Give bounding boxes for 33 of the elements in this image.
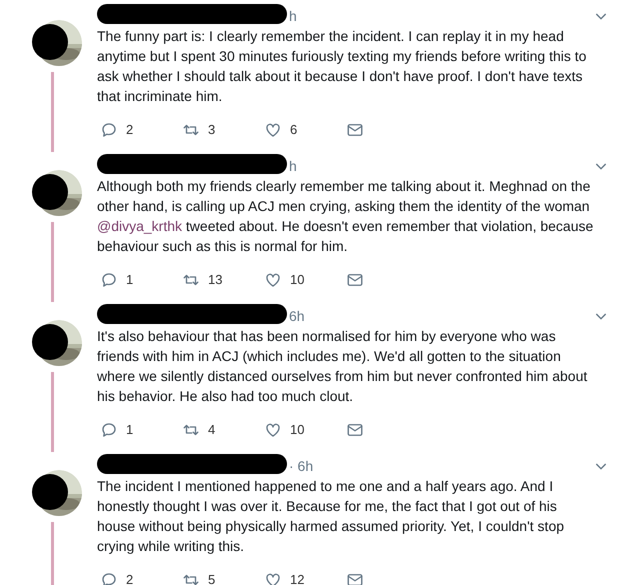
redaction-mark — [32, 324, 68, 360]
heart-icon[interactable] — [264, 270, 282, 289]
action-count: 10 — [290, 271, 304, 289]
tweet-text: The incident I mentioned happened to me one and a half years ago. And I honestly thought I was over it. Because for me, the fact that I got out of his house without being physically harmed assumed priority. Yet, I couldn't stop crying while writing this. — [97, 477, 566, 556]
heart-icon[interactable] — [264, 120, 282, 139]
mention-link[interactable]: @divya_krthk — [97, 218, 182, 234]
heart-icon[interactable] — [264, 420, 282, 439]
tweet-time: h — [289, 8, 297, 24]
action-count: 2 — [126, 571, 134, 585]
redaction-mark — [32, 24, 68, 60]
tweet-text: It's also behaviour that has been normalised for him by everyone who was friends with him in ACJ (which includes me). We'd all gotten to the situation where we silently distanced ourselves from him but never confronted him about his behavior. He also had too much clout. — [97, 327, 588, 406]
tweet-time: 6h — [289, 308, 305, 324]
reply-icon[interactable] — [100, 420, 118, 439]
tweet-text: The funny part is: I clearly remember the incident. I can replay it in my head anytime but I spent 30 minutes furiously texting my friends before writing this to ask whether I should talk about it because I don't have proof. I don't have texts that incriminate him. — [97, 27, 588, 106]
reply-icon[interactable] — [100, 570, 118, 585]
heart-icon[interactable] — [264, 570, 282, 585]
reply-icon[interactable] — [100, 270, 118, 289]
action-count: 3 — [208, 121, 216, 139]
action-count: 1 — [126, 421, 134, 439]
action-count: 2 — [126, 121, 134, 139]
action-count: 4 — [208, 421, 216, 439]
action-count: 13 — [208, 271, 222, 289]
tweet-time: · 6h — [289, 458, 314, 474]
action-count: 6 — [290, 121, 298, 139]
tweet-time: h — [289, 158, 297, 174]
redaction-mark — [32, 474, 68, 510]
action-count: 12 — [290, 571, 304, 585]
action-count: 1 — [126, 271, 134, 289]
reply-icon[interactable] — [100, 120, 118, 139]
tweet-text: Although both my friends clearly remember me talking about it. Meghnad on the other hand, is calling up ACJ men crying, asking them the identity of the woman @divya_krthk tweeted about. He doesn't even remember that violation, because behaviour such as this is normal for him. — [97, 177, 594, 256]
action-count: 5 — [208, 571, 216, 585]
action-count: 10 — [290, 421, 304, 439]
redaction-mark — [32, 174, 68, 210]
